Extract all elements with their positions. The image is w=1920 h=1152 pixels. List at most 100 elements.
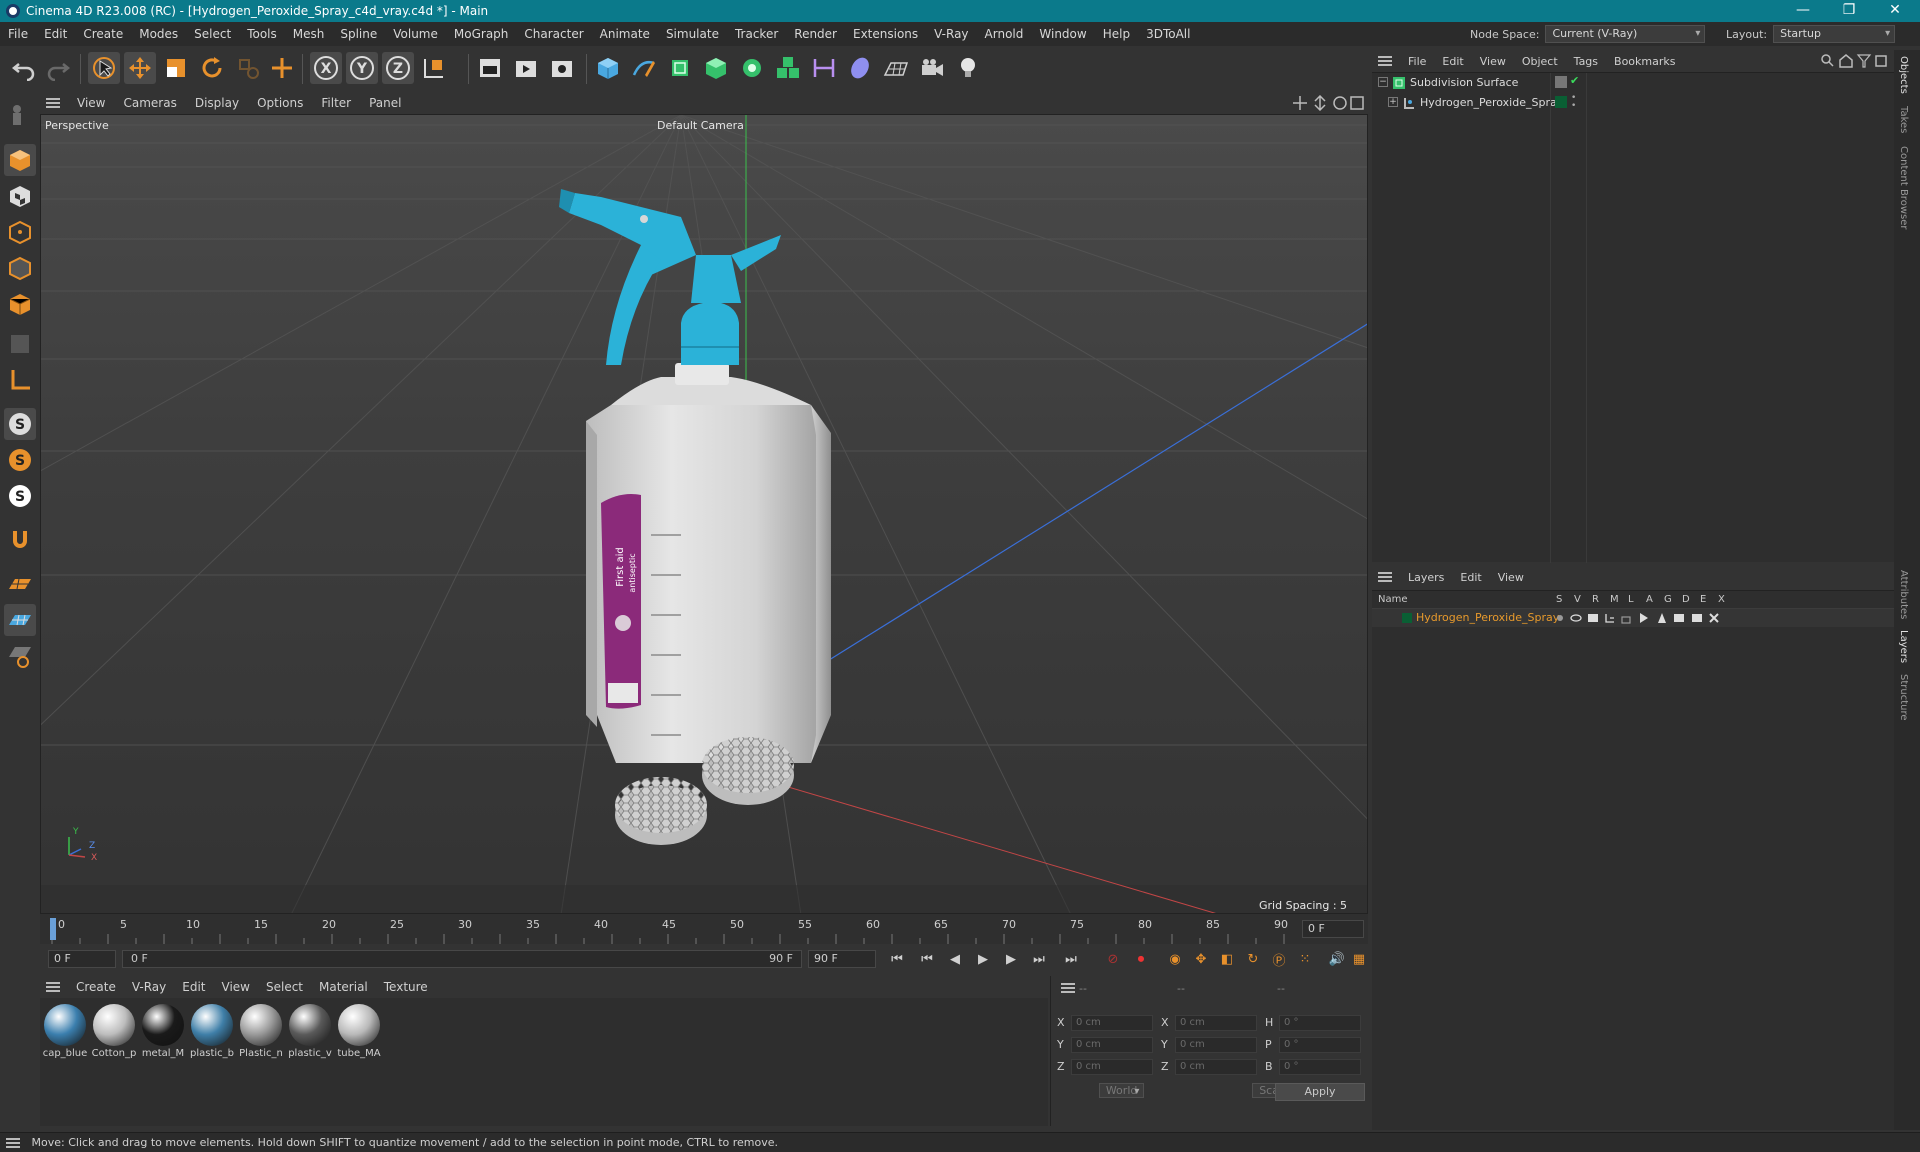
objects-hamburger-icon[interactable] <box>1378 56 1392 66</box>
size-x-field[interactable]: 0 cm <box>1175 1015 1257 1031</box>
transform-tool-button[interactable] <box>266 52 298 84</box>
key-scale-button[interactable]: ◧ <box>1216 949 1238 969</box>
menu-file[interactable]: File <box>0 27 36 41</box>
record-disabled-button[interactable]: ⊘ <box>1102 949 1124 969</box>
render-view-button[interactable] <box>474 52 506 84</box>
mat-menu-texture[interactable]: Texture <box>376 980 436 994</box>
menu-3dtoall[interactable]: 3DToAll <box>1138 27 1198 41</box>
key-rotation-button[interactable]: ↻ <box>1242 949 1264 969</box>
mograph-array-button[interactable] <box>772 52 804 84</box>
material-swatch[interactable]: metal_M <box>140 1004 186 1059</box>
edge-mode-button[interactable] <box>4 252 36 284</box>
status-hamburger-icon[interactable] <box>6 1138 20 1148</box>
rot-b-field[interactable]: 0 ° <box>1279 1059 1361 1075</box>
coord-space-dropdown[interactable]: World <box>1098 1083 1145 1098</box>
tab-content-browser[interactable]: Content Browser <box>1898 146 1909 229</box>
viewport-menu-panel[interactable]: Panel <box>360 96 410 110</box>
camera-button[interactable] <box>916 52 948 84</box>
uv-mode-button[interactable] <box>4 328 36 360</box>
pos-z-field[interactable]: 0 cm <box>1071 1059 1153 1075</box>
tab-attributes[interactable]: Attributes <box>1898 570 1909 619</box>
visibility-dots-icon[interactable]: • • <box>1571 94 1576 111</box>
key-position-button[interactable]: ✥ <box>1190 949 1212 969</box>
layer-row[interactable]: Hydrogen_Peroxide_Spray <box>1372 609 1894 627</box>
menu-select[interactable]: Select <box>186 27 239 41</box>
live-selection-button[interactable] <box>88 52 120 84</box>
layers-hamburger-icon[interactable] <box>1378 572 1392 582</box>
close-button[interactable]: ✕ <box>1872 0 1918 22</box>
node-space-dropdown[interactable]: Current (V-Ray) <box>1545 25 1706 43</box>
menu-render[interactable]: Render <box>786 27 845 41</box>
recent-tools-button[interactable] <box>232 52 264 84</box>
viewport-camera-label[interactable]: Default Camera <box>657 119 744 132</box>
pos-x-field[interactable]: 0 cm <box>1071 1015 1153 1031</box>
layer-menu-layers[interactable]: Layers <box>1400 571 1452 584</box>
light-button[interactable] <box>952 52 984 84</box>
menu-tools[interactable]: Tools <box>239 27 285 41</box>
object-row[interactable]: − Subdivision Surface ✔ <box>1372 73 1894 93</box>
expand-toggle-icon[interactable]: + <box>1388 97 1398 107</box>
object-row[interactable]: + Hydrogen_Peroxide_Spray • • <box>1372 93 1894 113</box>
locked-workplane-button[interactable] <box>4 640 36 672</box>
3d-viewport[interactable]: First aid antiseptic Perspective Default… <box>40 114 1368 914</box>
point-mode-button[interactable] <box>4 216 36 248</box>
menu-vray[interactable]: V-Ray <box>926 27 976 41</box>
maximize-button[interactable]: ❐ <box>1826 0 1872 22</box>
menu-spline[interactable]: Spline <box>332 27 385 41</box>
obj-menu-object[interactable]: Object <box>1514 55 1566 68</box>
previous-key-button[interactable]: ⏮ <box>916 949 938 969</box>
cube-object-button[interactable] <box>592 52 624 84</box>
tab-layers[interactable]: Layers <box>1898 630 1909 663</box>
menu-character[interactable]: Character <box>516 27 591 41</box>
next-frame-button[interactable]: ▶ <box>1000 949 1022 969</box>
mat-menu-edit[interactable]: Edit <box>174 980 213 994</box>
end-frame-field[interactable]: 90 F <box>808 950 876 968</box>
menu-help[interactable]: Help <box>1095 27 1138 41</box>
playhead-marker[interactable] <box>50 918 56 940</box>
timeline-menu-button[interactable]: ▦ <box>1348 949 1370 969</box>
size-z-field[interactable]: 0 cm <box>1175 1059 1257 1075</box>
make-editable-button[interactable] <box>4 98 36 130</box>
tab-structure[interactable]: Structure <box>1898 674 1909 721</box>
current-frame-field[interactable]: 0 F <box>1302 920 1364 938</box>
texture-mode-button[interactable] <box>4 180 36 212</box>
menu-create[interactable]: Create <box>75 27 131 41</box>
axis-mode-button[interactable] <box>4 364 36 396</box>
workplane-button[interactable] <box>4 568 36 600</box>
material-swatch[interactable]: Plastic_n <box>238 1004 284 1059</box>
menu-arnold[interactable]: Arnold <box>977 27 1032 41</box>
menu-volume[interactable]: Volume <box>385 27 446 41</box>
material-swatch[interactable]: cap_blue <box>42 1004 88 1059</box>
size-y-field[interactable]: 0 cm <box>1175 1037 1257 1053</box>
layer-flag-icons[interactable] <box>1552 611 1732 625</box>
viewport-menu-display[interactable]: Display <box>186 96 248 110</box>
go-to-start-button[interactable]: ⏮ <box>886 949 908 969</box>
subdivision-surface-button[interactable] <box>664 52 696 84</box>
mat-menu-select[interactable]: Select <box>258 980 311 994</box>
play-button[interactable]: ▶ <box>972 949 994 969</box>
z-axis-lock-button[interactable]: Z <box>382 52 414 84</box>
menu-tracker[interactable]: Tracker <box>727 27 786 41</box>
key-pla-button[interactable]: ⁙ <box>1294 949 1316 969</box>
coordinate-system-button[interactable] <box>418 52 450 84</box>
sound-button[interactable]: 🔊 <box>1326 949 1348 969</box>
undo-button[interactable] <box>8 52 40 84</box>
mat-menu-view[interactable]: View <box>214 980 258 994</box>
apply-button[interactable]: Apply <box>1275 1083 1365 1101</box>
material-hamburger-icon[interactable] <box>46 982 60 992</box>
obj-menu-file[interactable]: File <box>1400 55 1434 68</box>
go-to-end-button[interactable]: ⏭ <box>1060 949 1082 969</box>
menu-simulate[interactable]: Simulate <box>658 27 727 41</box>
magnet-tool-button[interactable] <box>4 524 36 556</box>
mat-menu-material[interactable]: Material <box>311 980 376 994</box>
layer-color-swatch[interactable] <box>1555 76 1567 88</box>
expand-toggle-icon[interactable]: − <box>1378 77 1388 87</box>
y-axis-lock-button[interactable]: Y <box>346 52 378 84</box>
scale-tool-button[interactable] <box>160 52 192 84</box>
pos-y-field[interactable]: 0 cm <box>1071 1037 1153 1053</box>
coords-hamburger-icon[interactable] <box>1061 983 1075 993</box>
layer-menu-edit[interactable]: Edit <box>1452 571 1489 584</box>
autokey-button[interactable]: ⏺ <box>1130 949 1152 969</box>
keyframe-selection-button[interactable]: ◉ <box>1164 949 1186 969</box>
viewport-menu-options[interactable]: Options <box>248 96 312 110</box>
